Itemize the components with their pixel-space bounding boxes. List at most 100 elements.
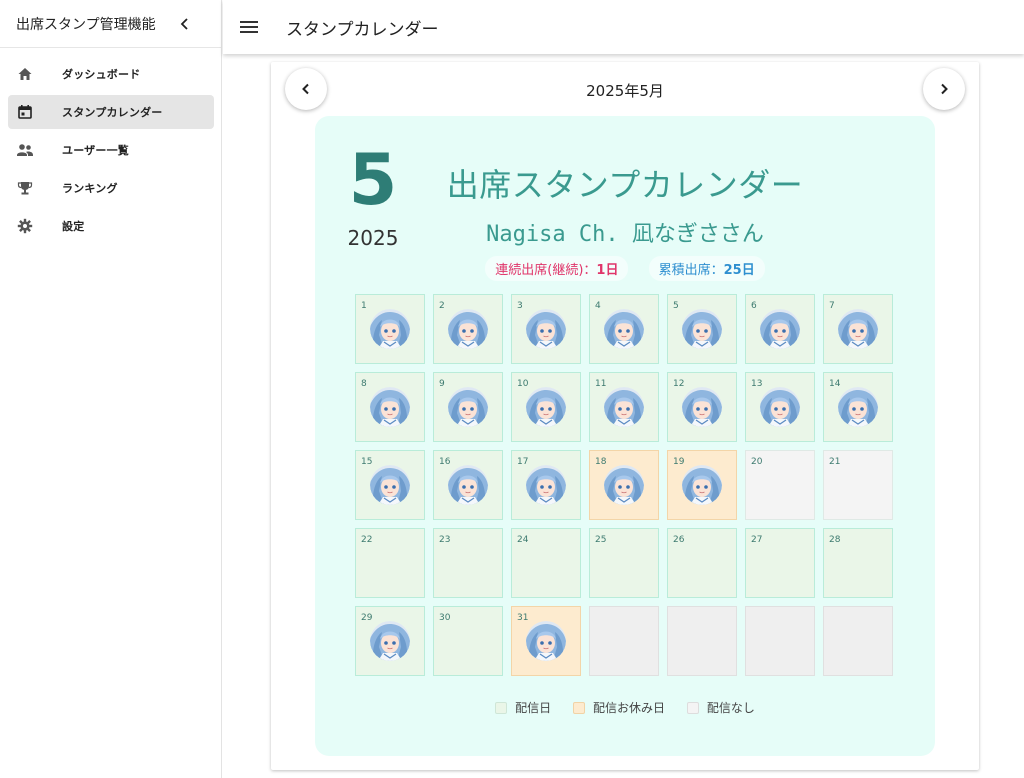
menu-button[interactable] <box>237 15 261 39</box>
sidebar-item-label: ユーザー一覧 <box>62 144 129 157</box>
calendar-day-cell[interactable]: 28 <box>823 528 893 598</box>
sidebar-item-stamp-calendar[interactable]: スタンプカレンダー <box>8 95 214 129</box>
day-number: 4 <box>595 301 601 311</box>
calendar-day-cell[interactable]: 6 <box>745 294 815 364</box>
sidebar-item-label: ダッシュボード <box>62 68 141 81</box>
calendar-day-cell[interactable]: 12 <box>667 372 737 442</box>
day-number: 31 <box>517 613 529 623</box>
consecutive-label: 連続出席(継続)： <box>495 263 597 278</box>
legend-label: 配信なし <box>706 701 755 715</box>
current-month-label: 2025年5月 <box>586 82 664 100</box>
calendar-day-cell[interactable]: 21 <box>823 450 893 520</box>
calendar-day-cell[interactable]: 27 <box>745 528 815 598</box>
day-number: 17 <box>517 457 529 467</box>
sidebar-item-ranking[interactable]: ランキング <box>8 171 214 205</box>
calendar-day-cell[interactable]: 20 <box>745 450 815 520</box>
attendance-stamp-icon <box>526 309 566 349</box>
sidebar-item-dashboard[interactable]: ダッシュボード <box>8 57 214 91</box>
day-number: 16 <box>439 457 451 467</box>
day-number: 3 <box>517 301 523 311</box>
attendance-stamp-icon <box>370 309 410 349</box>
calendar-day-cell[interactable]: 17 <box>511 450 581 520</box>
day-number: 2 <box>439 301 445 311</box>
day-number: 11 <box>595 379 607 389</box>
legend-label: 配信お休み日 <box>592 701 665 715</box>
calendar-day-cell[interactable]: 24 <box>511 528 581 598</box>
calendar-day-cell[interactable]: 1 <box>355 294 425 364</box>
calendar-day-cell[interactable]: 25 <box>589 528 659 598</box>
day-number: 13 <box>751 379 763 389</box>
page-title: スタンプカレンダー <box>286 19 439 40</box>
calendar-empty-cell <box>745 606 815 676</box>
calendar-day-cell[interactable]: 22 <box>355 528 425 598</box>
calendar-day-cell[interactable]: 11 <box>589 372 659 442</box>
attendance-stamp-icon <box>448 465 488 505</box>
day-number: 5 <box>673 301 679 311</box>
calendar-empty-cell <box>667 606 737 676</box>
day-number: 22 <box>361 535 373 545</box>
calendar-day-cell[interactable]: 26 <box>667 528 737 598</box>
day-number: 25 <box>595 535 607 545</box>
users-icon <box>16 141 34 159</box>
calendar-day-cell[interactable]: 16 <box>433 450 503 520</box>
calendar-day-cell[interactable]: 3 <box>511 294 581 364</box>
calendar-day-cell[interactable]: 14 <box>823 372 893 442</box>
calendar-day-cell[interactable]: 13 <box>745 372 815 442</box>
calendar-day-cell[interactable]: 7 <box>823 294 893 364</box>
day-number: 27 <box>751 535 763 545</box>
day-number: 10 <box>517 379 529 389</box>
sidebar-item-settings[interactable]: 設定 <box>8 209 214 243</box>
sidebar-header: 出席スタンプ管理機能 <box>0 0 221 48</box>
hamburger-icon <box>240 21 258 33</box>
attendance-stamp-icon <box>682 387 722 427</box>
app-title: 出席スタンプ管理機能 <box>16 16 156 33</box>
day-number: 15 <box>361 457 373 467</box>
calendar-day-cell[interactable]: 5 <box>667 294 737 364</box>
attendance-stamp-icon <box>838 309 878 349</box>
attendance-stamp-icon <box>604 387 644 427</box>
big-year: 2025 <box>347 226 399 250</box>
day-number: 8 <box>361 379 367 389</box>
collapse-sidebar-button[interactable] <box>173 12 197 36</box>
sidebar-item-label: 設定 <box>62 220 85 233</box>
top-app-bar: スタンプカレンダー <box>223 0 1024 54</box>
calendar-day-cell[interactable]: 2 <box>433 294 503 364</box>
calendar-day-cell[interactable]: 10 <box>511 372 581 442</box>
day-number: 30 <box>439 613 451 623</box>
calendar-title: 出席スタンプカレンダー <box>446 166 804 204</box>
total-label: 累積出席： <box>658 263 724 278</box>
legend: 配信日 配信お休み日 配信なし <box>315 699 935 717</box>
calendar-day-cell[interactable]: 19 <box>667 450 737 520</box>
attendance-stamp-icon <box>682 465 722 505</box>
calendar-day-cell[interactable]: 23 <box>433 528 503 598</box>
day-number: 26 <box>673 535 685 545</box>
calendar-day-cell[interactable]: 18 <box>589 450 659 520</box>
streamer-name: Nagisa Ch. 凪なぎささん <box>486 222 764 247</box>
legend-swatch <box>495 701 508 714</box>
next-month-button[interactable] <box>923 68 965 110</box>
total-value: 25日 <box>723 263 755 278</box>
calendar-day-cell[interactable]: 9 <box>433 372 503 442</box>
day-number: 28 <box>829 535 841 545</box>
calendar-day-cell[interactable]: 4 <box>589 294 659 364</box>
legend-item-rest-day: 配信お休み日 <box>572 699 665 716</box>
trophy-icon <box>16 179 34 197</box>
day-number: 20 <box>751 457 763 467</box>
calendar-day-cell[interactable]: 8 <box>355 372 425 442</box>
stamp-calendar-panel: 5 2025 出席スタンプカレンダー Nagisa Ch. 凪なぎささん 連続出… <box>315 116 935 756</box>
day-number: 18 <box>595 457 607 467</box>
sidebar-nav: ダッシュボード スタンプカレンダー ユーザー一覧 ランキング 設定 <box>0 48 221 243</box>
attendance-stamp-icon <box>604 465 644 505</box>
sidebar-item-user-list[interactable]: ユーザー一覧 <box>8 133 214 167</box>
day-number: 1 <box>361 301 367 311</box>
attendance-stamp-icon <box>370 387 410 427</box>
calendar-day-cell[interactable]: 30 <box>433 606 503 676</box>
attendance-stamp-icon <box>682 309 722 349</box>
day-number: 23 <box>439 535 451 545</box>
calendar-day-cell[interactable]: 29 <box>355 606 425 676</box>
legend-swatch <box>572 701 585 714</box>
calendar-day-cell[interactable]: 31 <box>511 606 581 676</box>
calendar-day-cell[interactable]: 15 <box>355 450 425 520</box>
chevron-right-icon <box>941 83 948 95</box>
attendance-stamp-icon <box>370 465 410 505</box>
